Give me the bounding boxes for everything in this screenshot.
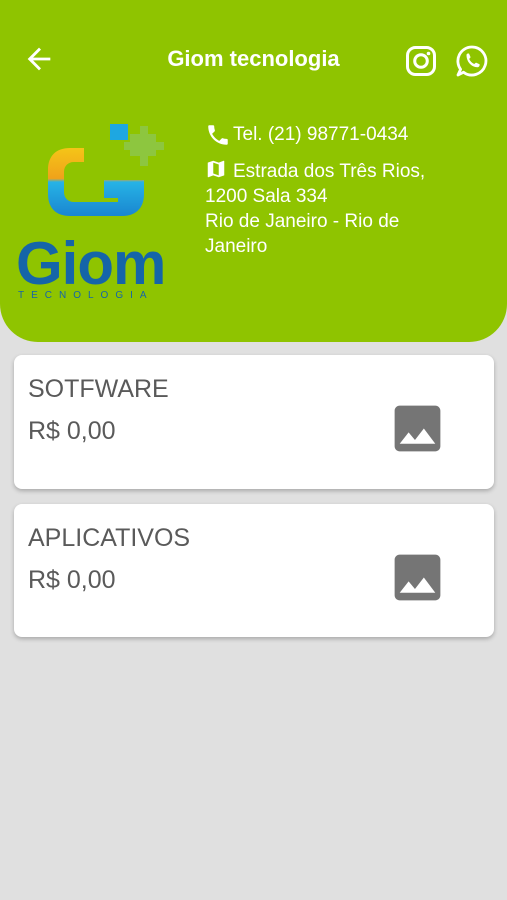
logo-wordmark: Giom (16, 230, 166, 297)
instagram-button[interactable] (405, 45, 437, 77)
address-line-3: Rio de Janeiro - Rio de (205, 211, 400, 232)
address-line-2: 1200 Sala 334 (205, 186, 328, 207)
category-card-aplicativos[interactable]: APLICATIVOS R$ 0,00 (14, 504, 494, 637)
category-card-software[interactable]: SOTFWARE R$ 0,00 (14, 355, 494, 489)
phone-row[interactable]: Tel. (21) 98771-0434 (205, 120, 495, 150)
whatsapp-button[interactable] (455, 44, 489, 78)
store-header: Giom tecnologia Giom TECNOLOGIA Tel. (21… (0, 0, 507, 342)
giom-logo-mark (48, 124, 164, 216)
address-line-1: Estrada dos Três Rios, (233, 161, 426, 182)
address-line-4: Janeiro (205, 236, 268, 257)
phone-icon (208, 125, 228, 145)
instagram-icon (406, 46, 436, 76)
contact-info: Tel. (21) 98771-0434 Estrada dos Três Ri… (205, 120, 495, 259)
whatsapp-icon (456, 45, 488, 77)
address-block: Estrada dos Três Rios, 1200 Sala 334 Rio… (205, 158, 495, 259)
logo-subtitle: TECNOLOGIA (18, 290, 154, 301)
category-name: SOTFWARE (28, 375, 169, 403)
category-price: R$ 0,00 (28, 417, 116, 445)
image-placeholder-icon (394, 554, 441, 601)
map-icon (207, 160, 225, 178)
category-name: APLICATIVOS (28, 524, 191, 552)
category-price: R$ 0,00 (28, 566, 116, 594)
store-logo: Giom TECNOLOGIA (12, 120, 190, 305)
image-placeholder-icon (394, 405, 441, 452)
phone-text: Tel. (21) 98771-0434 (233, 124, 409, 145)
